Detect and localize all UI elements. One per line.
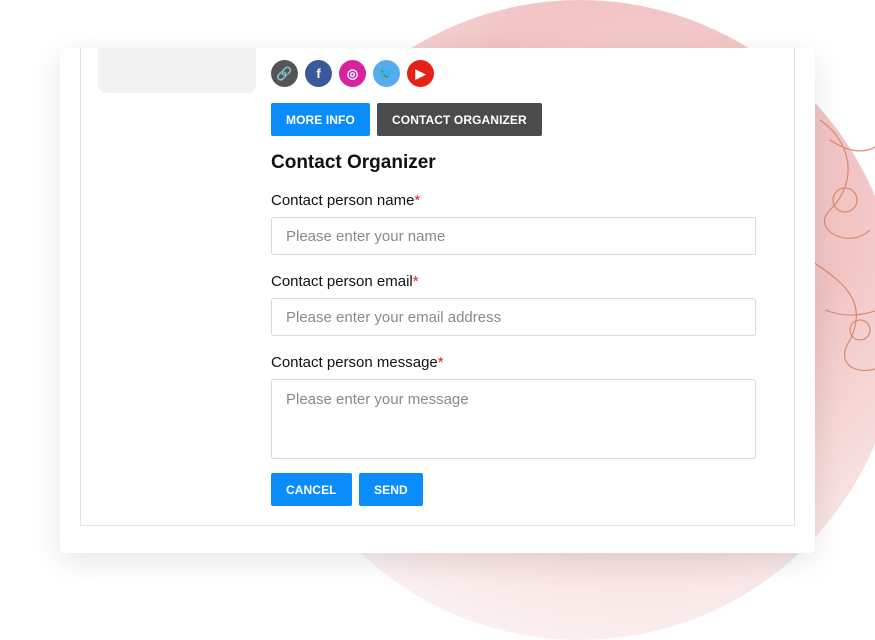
link-icon[interactable]: 🔗 (271, 60, 298, 87)
required-marker: * (414, 192, 421, 209)
facebook-icon[interactable]: f (305, 60, 332, 87)
message-label-text: Contact person message (271, 354, 438, 371)
required-marker: * (412, 273, 419, 290)
event-details-panel: 🔗 f ◎ 🐦 ▶ MORE INFO CONTACT ORGANIZER Contac… (80, 48, 795, 526)
twitter-icon[interactable]: 🐦 (373, 60, 400, 87)
instagram-icon[interactable]: ◎ (339, 60, 366, 87)
contact-email-input[interactable] (271, 298, 756, 336)
social-links: 🔗 f ◎ 🐦 ▶ (271, 60, 434, 87)
contact-organizer-button[interactable]: CONTACT ORGANIZER (377, 103, 542, 136)
email-label: Contact person email* (271, 273, 419, 290)
contact-form-title: Contact Organizer (271, 152, 436, 173)
message-label: Contact person message* (271, 354, 444, 371)
required-marker: * (437, 354, 444, 371)
send-button[interactable]: SEND (359, 473, 423, 506)
more-info-button[interactable]: MORE INFO (271, 103, 370, 136)
contact-name-input[interactable] (271, 217, 756, 255)
name-label-text: Contact person name (271, 192, 415, 209)
youtube-icon[interactable]: ▶ (407, 60, 434, 87)
event-card: 🔗 f ◎ 🐦 ▶ MORE INFO CONTACT ORGANIZER Contac… (60, 48, 815, 553)
email-label-text: Contact person email (271, 273, 413, 290)
name-label: Contact person name* (271, 192, 420, 209)
cancel-button[interactable]: CANCEL (271, 473, 352, 506)
contact-message-textarea[interactable] (271, 379, 756, 459)
event-thumbnail (98, 48, 256, 93)
